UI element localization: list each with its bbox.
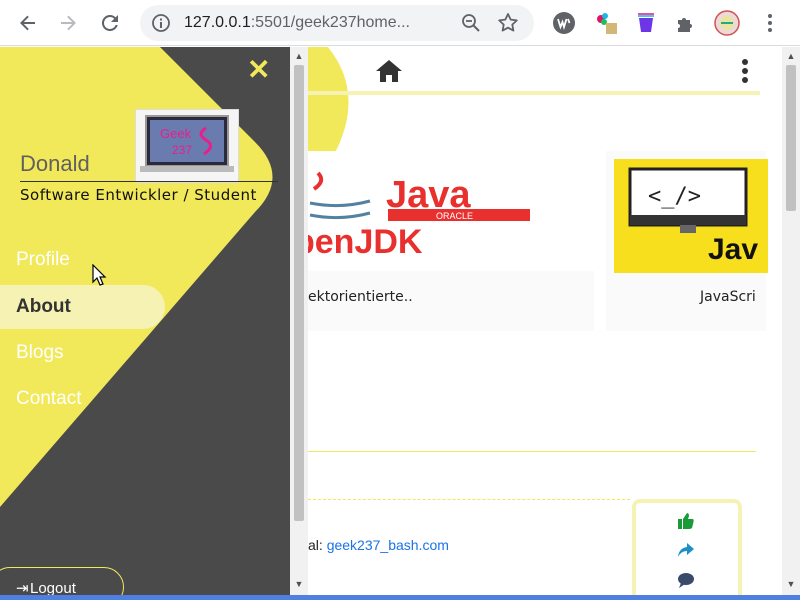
menu-dots-icon[interactable]: [756, 9, 784, 37]
openjdk-logo-text: penJDK: [308, 223, 423, 261]
logout-label: ⇥Logout: [16, 579, 76, 595]
wappalyzer-icon[interactable]: [550, 9, 578, 37]
nav-profile[interactable]: Profile: [16, 249, 70, 271]
page-scroll-thumb[interactable]: [786, 65, 796, 211]
nav-about-label: About: [16, 296, 71, 317]
color-extension-icon[interactable]: [592, 9, 620, 37]
forward-icon[interactable]: [53, 8, 83, 38]
page-scroll-down-icon[interactable]: ▼: [786, 579, 796, 589]
javascript-logo: <_/> Jav: [614, 159, 768, 273]
section-divider: [308, 451, 756, 452]
nav-contact[interactable]: Contact: [16, 388, 81, 410]
share-icon[interactable]: [676, 541, 696, 564]
user-name: Donald: [20, 151, 90, 176]
browser-toolbar: 127.0.0.1:5501/geek237home...: [0, 0, 800, 46]
avatar-text-1: Geek: [160, 126, 192, 141]
close-icon[interactable]: ✕: [247, 56, 270, 84]
home-icon[interactable]: [374, 57, 404, 85]
info-icon[interactable]: [150, 12, 172, 34]
mail-link[interactable]: geek237_bash.com: [327, 537, 449, 553]
oracle-logo-text: ORACLE: [436, 211, 473, 221]
sidebar-scroll-thumb[interactable]: [294, 65, 304, 521]
web-page: ✕ Geek 237 Donald Software Entwickler / …: [0, 47, 800, 595]
user-title: Software Entwickler / Student: [20, 186, 257, 204]
code-brackets-text: <_/>: [648, 184, 701, 209]
profile-icon[interactable]: [713, 9, 741, 37]
sidebar-scrollbar[interactable]: ▲ ▼: [290, 47, 308, 595]
star-icon[interactable]: [496, 11, 520, 35]
url-text: 127.0.0.1:5501/geek237home...: [184, 14, 410, 32]
sidebar: ✕ Geek 237 Donald Software Entwickler / …: [0, 47, 290, 595]
scroll-down-icon[interactable]: ▼: [294, 579, 304, 589]
page-scrollbar[interactable]: ▲ ▼: [782, 47, 800, 595]
mail-prefix: al:: [308, 537, 327, 553]
main-content: Java ORACLE penJDK ektorientierte.. <_/>…: [308, 47, 782, 595]
zoom-icon[interactable]: [460, 12, 482, 34]
comment-icon[interactable]: [676, 571, 696, 594]
address-bar[interactable]: 127.0.0.1:5501/geek237home...: [140, 5, 534, 41]
name-divider: [20, 181, 278, 182]
avatar-text-2: 237: [172, 143, 192, 157]
action-box: [632, 499, 742, 595]
page-scroll-up-icon[interactable]: ▲: [786, 51, 796, 61]
java-logo: Java ORACLE penJDK: [308, 151, 594, 271]
kebab-menu-icon[interactable]: [738, 57, 752, 85]
puzzle-icon[interactable]: [672, 9, 700, 37]
thumbs-up-icon[interactable]: [676, 511, 696, 536]
card-java-caption: ektorientierte..: [308, 289, 413, 305]
url-host: 127.0.0.1: [184, 14, 251, 31]
url-path: :5501/geek237home...: [250, 14, 410, 31]
yellow-circle-decoration: [308, 47, 349, 165]
logout-text: Logout: [30, 580, 76, 595]
reload-icon[interactable]: [95, 8, 125, 38]
js-logo-text: Jav: [708, 233, 758, 266]
dashed-divider: [308, 499, 630, 500]
back-icon[interactable]: [13, 8, 43, 38]
logout-icon: ⇥: [16, 580, 29, 595]
nav-blogs[interactable]: Blogs: [16, 342, 64, 364]
header-rule: [308, 91, 760, 95]
avatar: Geek 237: [135, 109, 239, 183]
scroll-up-icon[interactable]: ▲: [294, 51, 304, 61]
mail-line: al: geek237_bash.com: [308, 537, 449, 553]
bottom-status-bar: [0, 595, 800, 600]
paint-bucket-icon[interactable]: [632, 9, 660, 37]
mouse-cursor-icon: [92, 264, 107, 286]
card-javascript-caption: JavaScri: [700, 289, 756, 305]
